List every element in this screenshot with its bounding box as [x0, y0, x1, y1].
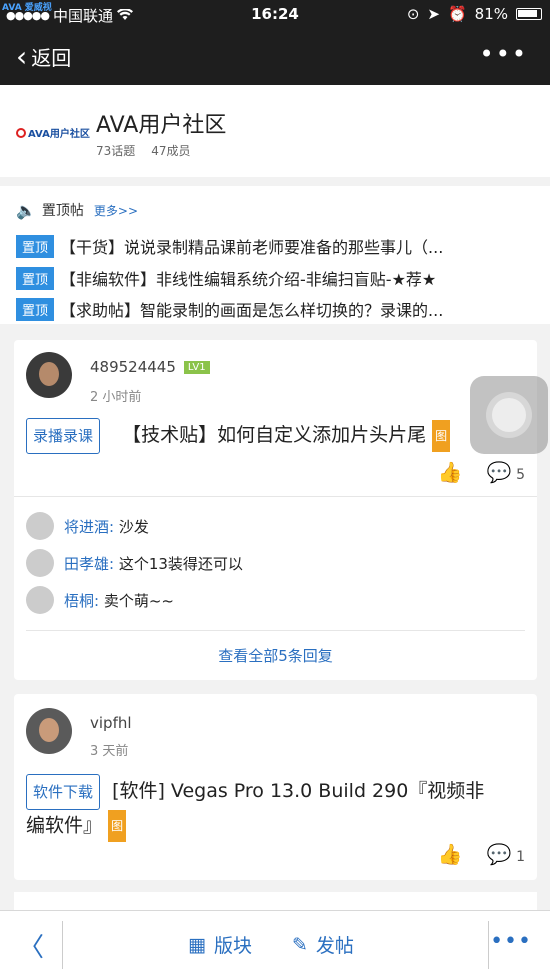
reply-avatar — [26, 586, 54, 614]
back-button[interactable]: ‹ 返回 — [16, 42, 71, 71]
post-title-text-cont: 编软件』 — [26, 814, 103, 837]
comment-icon: 💬 — [486, 460, 512, 484]
view-all-replies-link[interactable]: 查看全部5条回复 — [14, 645, 537, 666]
category-tag[interactable]: 软件下载 — [26, 774, 101, 810]
comment-icon: 💬 — [486, 842, 512, 866]
post-card[interactable]: vipfhl 3 天前 软件下载 [软件] Vegas Pro 13.0 Bui… — [14, 694, 537, 880]
pinned-item-text: 【求助帖】智能录制的画面是怎么样切换的？录课的... — [60, 301, 444, 320]
sections-button[interactable]: ▦ 版块 — [188, 931, 252, 958]
speaker-icon: 🔈 — [16, 200, 36, 220]
post-title-text: 【技术贴】如何自定义添加片头片尾 — [122, 424, 427, 446]
pinned-section: 🔈 置顶帖 更多>> 置顶 【干货】说说录制精品课前老师要准备的那些事儿（...… — [0, 186, 550, 324]
comment-button[interactable]: 💬 5 — [487, 460, 525, 484]
reply-author: 将进酒: — [64, 517, 115, 536]
post-author[interactable]: vipfhl — [90, 714, 132, 732]
battery-percent: 81% — [474, 5, 508, 23]
new-post-label: 发帖 — [315, 935, 354, 957]
pinned-item[interactable]: 置顶 【求助帖】智能录制的画面是怎么样切换的？录课的... — [16, 297, 536, 321]
community-logo: AVA用户社区 — [16, 125, 90, 140]
post-title[interactable]: 软件下载 [软件] Vegas Pro 13.0 Build 290『视频非 编… — [26, 774, 526, 842]
post-author[interactable]: 489524445 LV1 — [90, 358, 210, 376]
avatar[interactable] — [26, 352, 72, 398]
battery-icon — [516, 8, 542, 20]
edit-icon: ✎ — [292, 933, 308, 956]
image-tag-icon: 图 — [432, 419, 451, 452]
pinned-tag: 置顶 — [16, 297, 55, 321]
reply-author: 梧桐: — [64, 591, 100, 610]
assistive-touch-button[interactable] — [470, 376, 548, 454]
pinned-item-text: 【非编软件】非线性编辑系统介绍-非编扫盲贴-★荐★ — [60, 270, 437, 289]
member-count: 47成员 — [151, 144, 191, 158]
pinned-header: 🔈 置顶帖 更多>> — [16, 200, 138, 220]
divider — [26, 630, 525, 631]
pinned-item[interactable]: 置顶 【非编软件】非线性编辑系统介绍-非编扫盲贴-★荐★ — [16, 266, 536, 290]
location-icon: ➤ — [427, 5, 440, 23]
status-right: ⊙ ➤ ⏰ 81% — [407, 5, 542, 23]
divider — [14, 496, 537, 497]
reply-item[interactable]: 梧桐: 卖个萌~~ — [26, 586, 174, 614]
like-button[interactable]: 👍 — [438, 842, 463, 866]
reply-author: 田孝雄: — [64, 554, 115, 573]
pinned-item-text: 【干货】说说录制精品课前老师要准备的那些事儿（... — [60, 238, 444, 257]
community-header: AVA用户社区 AVA用户社区 73话题 47成员 — [0, 85, 550, 177]
like-button[interactable]: 👍 — [438, 460, 463, 484]
community-title: AVA用户社区 — [96, 113, 227, 138]
post-title[interactable]: 录播录课 【技术贴】如何自定义添加片头片尾 图 — [26, 418, 451, 454]
toolbar-more-button[interactable]: ••• — [490, 929, 532, 954]
reply-text: 沙发 — [118, 517, 149, 536]
comment-count: 1 — [516, 849, 525, 865]
reply-text: 卖个萌~~ — [103, 591, 174, 610]
new-post-button[interactable]: ✎ 发帖 — [292, 931, 354, 958]
post-title-text: [软件] Vegas Pro 13.0 Build 290『视频非 — [112, 780, 485, 802]
more-menu-button[interactable]: ••• — [480, 40, 528, 68]
grid-icon: ▦ — [188, 933, 206, 956]
pinned-tag: 置顶 — [16, 266, 55, 290]
reply-item[interactable]: 田孝雄: 这个13装得还可以 — [26, 549, 243, 577]
divider — [62, 921, 63, 969]
logo-text: AVA用户社区 — [28, 129, 90, 140]
comment-count: 5 — [516, 467, 525, 483]
image-tag-icon: 图 — [108, 810, 127, 842]
reply-avatar — [26, 549, 54, 577]
nav-bar: ‹ 返回 ••• — [0, 30, 550, 85]
category-tag[interactable]: 录播录课 — [26, 418, 101, 454]
divider — [488, 921, 489, 969]
pinned-tag: 置顶 — [16, 234, 55, 258]
logo-ring-icon — [16, 127, 26, 138]
chevron-left-icon: ‹ — [16, 39, 28, 73]
post-card[interactable]: 489524445 LV1 2 小时前 录播录课 【技术贴】如何自定义添加片头片尾… — [14, 340, 537, 680]
post-actions: 👍 💬 1 — [438, 842, 525, 866]
username: 489524445 — [90, 358, 176, 376]
post-actions: 👍 💬 5 — [438, 460, 525, 484]
back-label: 返回 — [31, 46, 72, 70]
avatar[interactable] — [26, 708, 72, 754]
reply-avatar — [26, 512, 54, 540]
bottom-toolbar: 〈 ▦ 版块 ✎ 发帖 ••• — [0, 910, 550, 977]
alarm-icon: ⏰ — [447, 5, 467, 23]
status-bar: AVA 爱威视 ●●●●● 中国联通 16:24 ⊙ ➤ ⏰ 81% — [0, 0, 550, 30]
reply-item[interactable]: 将进酒: 沙发 — [26, 512, 149, 540]
rotation-lock-icon: ⊙ — [406, 5, 420, 23]
reply-text: 这个13装得还可以 — [118, 554, 243, 573]
post-time: 3 天前 — [90, 744, 129, 759]
comment-button[interactable]: 💬 1 — [487, 842, 525, 866]
pinned-title: 置顶帖 — [41, 203, 84, 219]
sections-label: 版块 — [213, 935, 252, 957]
level-badge: LV1 — [183, 361, 210, 374]
topic-count: 73话题 — [96, 144, 136, 158]
pinned-more-link[interactable]: 更多>> — [94, 202, 138, 219]
toolbar-back-button[interactable]: 〈 — [18, 927, 44, 964]
post-time: 2 小时前 — [90, 390, 142, 405]
pinned-item[interactable]: 置顶 【干货】说说录制精品课前老师要准备的那些事儿（... — [16, 234, 536, 258]
community-stats: 73话题 47成员 — [96, 142, 191, 159]
